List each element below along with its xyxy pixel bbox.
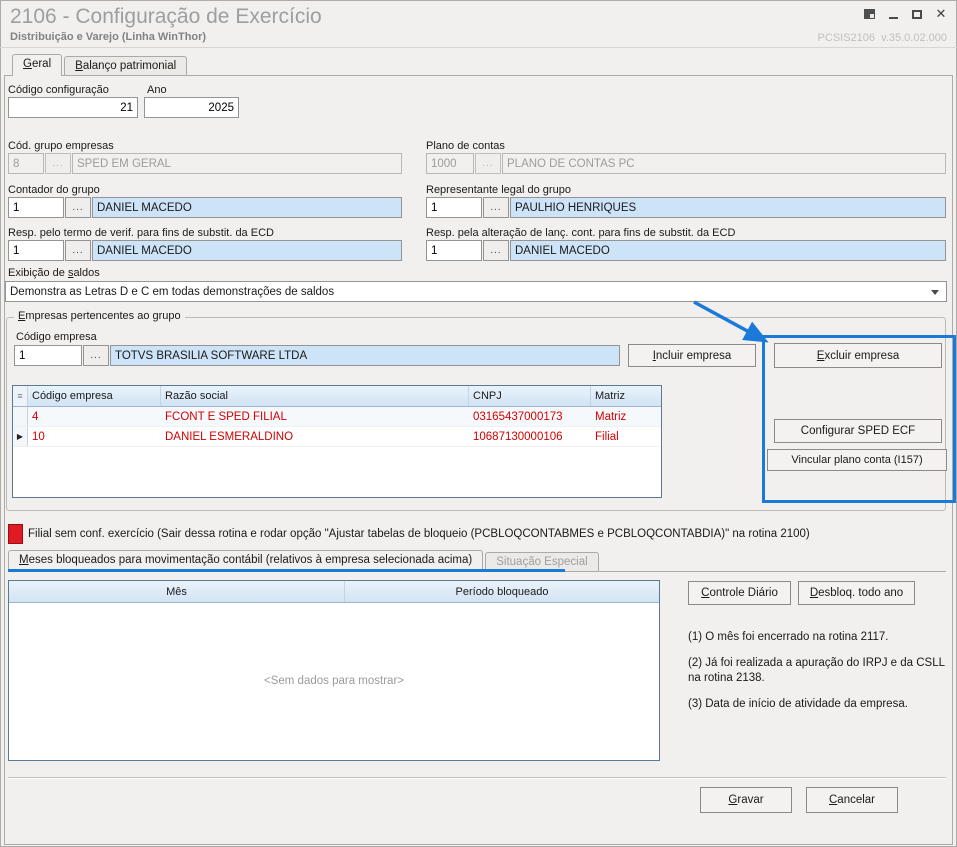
- grupo-empresas-code: 8: [8, 153, 44, 174]
- cell-cnpj: 03165437000173: [473, 410, 563, 423]
- vincular-plano-button[interactable]: Vincular plano conta (I157): [767, 449, 947, 471]
- resp-termo-name-field: DANIEL MACEDO: [92, 240, 402, 261]
- excluir-empresa-button[interactable]: Excluir empresa: [774, 343, 942, 368]
- window-subtitle: Distribuição e Varejo (Linha WinThor): [10, 31, 207, 43]
- note-2: (2) Já foi realizada a apuração do IRPJ …: [688, 656, 945, 685]
- exibicao-saldos-select[interactable]: Demonstra as Letras D e C em todas demon…: [5, 281, 947, 302]
- resp-alteracao-label: Resp. pela alteração de lanç. cont. para…: [426, 227, 736, 239]
- maximize-icon[interactable]: [909, 7, 925, 21]
- resp-alteracao-code-input[interactable]: [426, 240, 482, 261]
- chevron-down-icon: [931, 290, 939, 295]
- meses-grid: Mês Período bloqueado <Sem dados para mo…: [8, 580, 660, 761]
- selected-row-indicator-icon: ▶: [16, 432, 24, 441]
- codigo-configuracao-label: Código configuração: [8, 84, 109, 96]
- resp-termo-lookup-button[interactable]: ...: [65, 240, 91, 261]
- grupo-empresas-lookup-button: ...: [45, 153, 71, 174]
- cell-matriz: Filial: [595, 430, 619, 443]
- warning-icon: [8, 524, 23, 544]
- exibicao-saldos-label: Exibição de saldos: [8, 267, 100, 279]
- cell-codigo-empresa: 4: [32, 410, 39, 423]
- exibicao-saldos-value: Demonstra as Letras D e C em todas demon…: [10, 285, 335, 298]
- plano-contas-label: Plano de contas: [426, 140, 505, 152]
- empresa-nome-field: TOTVS BRASILIA SOFTWARE LTDA: [110, 345, 620, 366]
- tab-balanco-patrimonial[interactable]: Balanço patrimonial: [64, 56, 188, 75]
- column-header-matriz[interactable]: Matriz: [591, 386, 661, 406]
- warning-text: Filial sem conf. exercício (Sair dessa r…: [28, 528, 810, 540]
- close-icon[interactable]: ✕: [933, 6, 949, 21]
- empresas-grid: ≡ Código empresa Razão social CNPJ Matri…: [12, 385, 662, 498]
- codigo-empresa-label: Código empresa: [16, 331, 97, 343]
- window-title: 2106 - Configuração de Exercício: [10, 5, 322, 28]
- empresa-lookup-button[interactable]: ...: [83, 345, 109, 366]
- controle-diario-button[interactable]: Controle Diário: [688, 581, 791, 605]
- resp-termo-code-input[interactable]: [8, 240, 64, 261]
- resp-alteracao-lookup-button[interactable]: ...: [483, 240, 509, 261]
- grupo-empresas-label: Cód. grupo empresas: [8, 140, 114, 152]
- cell-cnpj: 10687130000106: [473, 430, 563, 443]
- grupo-empresas-name: SPED EM GERAL: [72, 153, 402, 174]
- column-header-codigo-empresa[interactable]: Código empresa: [28, 386, 161, 406]
- row-indicator-cell: [13, 407, 28, 426]
- plano-contas-lookup-button: ...: [475, 153, 501, 174]
- ano-input[interactable]: [144, 97, 239, 118]
- cell-matriz: Matriz: [595, 410, 627, 423]
- table-row[interactable]: ▶ 10 DANIEL ESMERALDINO 10687130000106 F…: [13, 427, 661, 447]
- ano-label: Ano: [147, 84, 167, 96]
- plano-contas-code: 1000: [426, 153, 474, 174]
- contador-lookup-button[interactable]: ...: [65, 197, 91, 218]
- version-label: PCSIS2106 v.35.0.02.000: [817, 32, 947, 44]
- plano-contas-name: PLANO DE CONTAS PC: [502, 153, 946, 174]
- contador-name-field: DANIEL MACEDO: [92, 197, 402, 218]
- representante-code-input[interactable]: [426, 197, 482, 218]
- cell-razao-social: DANIEL ESMERALDINO: [165, 430, 294, 443]
- row-indicator-cell: ▶: [13, 427, 28, 446]
- codigo-empresa-input[interactable]: [14, 345, 82, 366]
- representante-label: Representante legal do grupo: [426, 184, 571, 196]
- representante-name-field: PAULHIO HENRIQUES: [510, 197, 946, 218]
- representante-lookup-button[interactable]: ...: [483, 197, 509, 218]
- cell-razao-social: FCONT E SPED FILIAL: [165, 410, 287, 423]
- column-header-periodo-bloqueado[interactable]: Período bloqueado: [345, 581, 659, 602]
- table-row[interactable]: 4 FCONT E SPED FILIAL 03165437000173 Mat…: [13, 407, 661, 427]
- footer-divider: [8, 777, 946, 779]
- gravar-button[interactable]: Gravar: [700, 787, 792, 813]
- note-1: (1) O mês foi encerrado na rotina 2117.: [688, 631, 889, 643]
- column-header-cnpj[interactable]: CNPJ: [469, 386, 591, 406]
- contador-code-input[interactable]: [8, 197, 64, 218]
- empresas-groupbox-title: Empresas pertencentes ao grupo: [14, 310, 185, 322]
- column-header-mes[interactable]: Mês: [9, 581, 345, 602]
- tab-geral[interactable]: Geral: [12, 54, 63, 76]
- note-3: (3) Data de início de atividade da empre…: [688, 697, 908, 710]
- column-header-razao-social[interactable]: Razão social: [161, 386, 469, 406]
- codigo-configuracao-input[interactable]: [8, 97, 138, 118]
- resp-termo-label: Resp. pelo termo de verif. para fins de …: [8, 227, 274, 239]
- minimize-icon[interactable]: [885, 7, 901, 21]
- contador-label: Contador do grupo: [8, 184, 100, 196]
- desbloq-todo-ano-button[interactable]: Desbloq. todo ano: [798, 581, 915, 605]
- configurar-sped-button[interactable]: Configurar SPED ECF: [774, 419, 942, 443]
- incluir-empresa-button[interactable]: Incluir empresa: [628, 344, 756, 367]
- empty-placeholder: <Sem dados para mostrar>: [264, 675, 404, 687]
- cell-codigo-empresa: 10: [32, 430, 45, 443]
- cancelar-button[interactable]: Cancelar: [806, 787, 898, 813]
- annotation-underline: [8, 569, 565, 572]
- grid-settings-icon[interactable]: ≡: [13, 386, 28, 406]
- restore-icon[interactable]: [861, 7, 877, 21]
- resp-alteracao-name-field: DANIEL MACEDO: [510, 240, 946, 261]
- header-divider: [0, 47, 957, 48]
